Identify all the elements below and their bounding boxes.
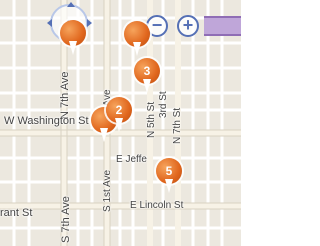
map-view[interactable]: N 7th Ave W Washington St S 7th Ave rant… [0, 0, 241, 246]
zoom-in-button[interactable]: + [177, 15, 199, 37]
route-overlay-bar [204, 16, 241, 36]
map-marker[interactable] [60, 20, 86, 56]
pan-up-icon[interactable] [67, 2, 75, 7]
street-label-w-washington-st: W Washington St [4, 115, 89, 127]
street-label-n-7th-st: N 7th St [172, 107, 183, 144]
map-marker[interactable] [124, 21, 150, 57]
street-label-n-5th-st: N 5th St [146, 101, 157, 138]
map-marker[interactable]: 3 [134, 58, 160, 94]
street-label-e-jefferson: E Jeffe [116, 154, 147, 165]
street-label-s-1st-ave: S 1st Ave [102, 169, 113, 212]
street-label-s-7th-ave: S 7th Ave [60, 196, 72, 243]
map-marker[interactable]: 2 [106, 97, 132, 133]
pan-left-icon[interactable] [47, 19, 52, 27]
street-label-grant-st: rant St [0, 207, 33, 219]
street-label-n-7th-ave: N 7th Ave [59, 71, 71, 120]
street-label-e-lincoln-st: E Lincoln St [130, 200, 184, 211]
map-marker[interactable]: 5 [156, 158, 182, 194]
pan-right-icon[interactable] [87, 19, 92, 27]
street-label-n-3rd-st: 3rd St [158, 91, 169, 118]
